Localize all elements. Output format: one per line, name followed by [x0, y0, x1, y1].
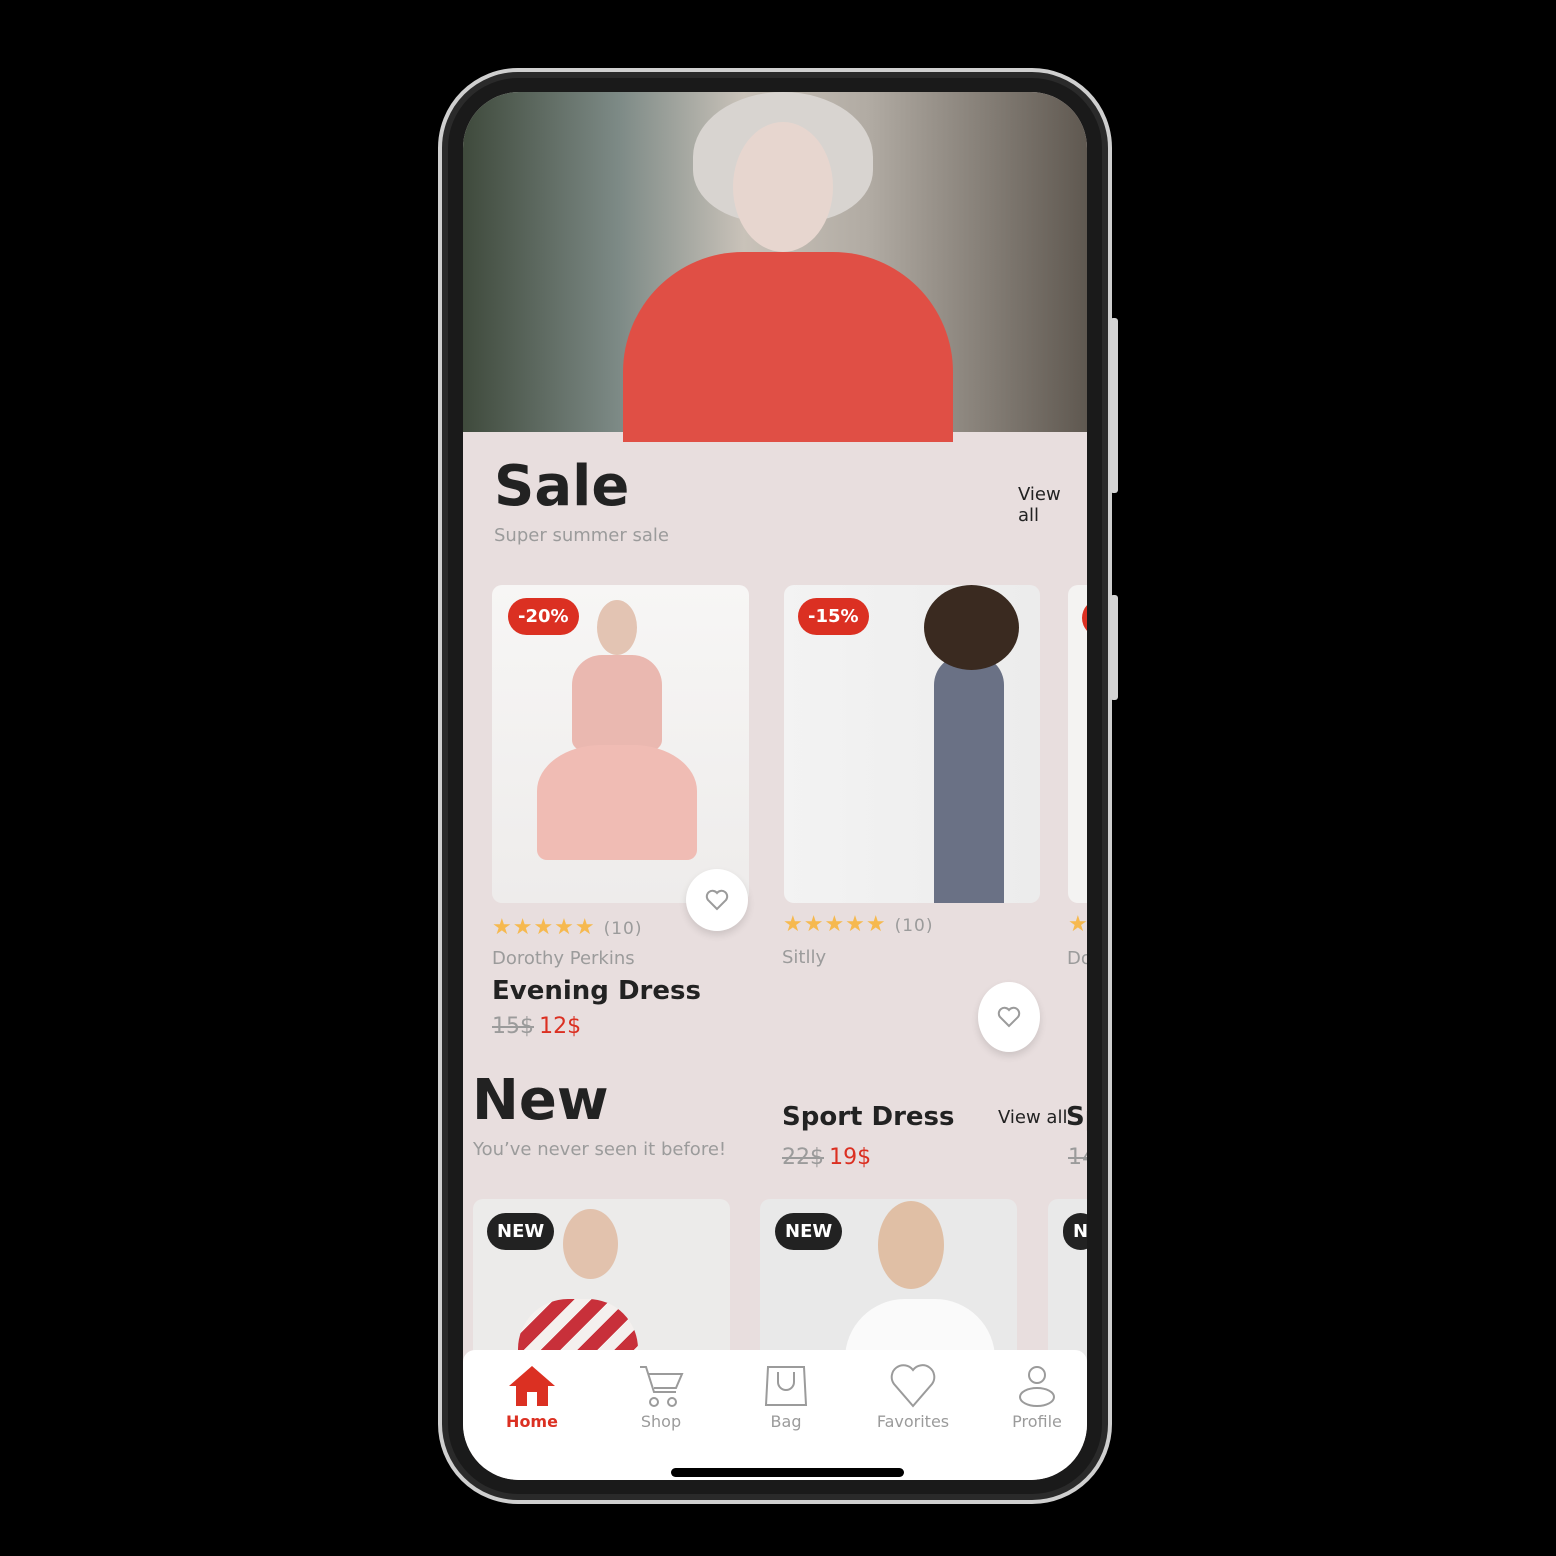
- nav-label: Shop: [640, 1412, 682, 1431]
- nav-profile[interactable]: Profile: [987, 1364, 1087, 1431]
- nav-favorites[interactable]: Favorites: [863, 1364, 963, 1431]
- volume-button: [1110, 318, 1118, 493]
- hero-banner-image[interactable]: [463, 92, 1087, 442]
- product-name: Evening Dress: [492, 976, 701, 1006]
- favorite-button[interactable]: [978, 982, 1040, 1052]
- sale-price: 19$: [829, 1145, 872, 1170]
- nav-home[interactable]: Home: [482, 1364, 582, 1431]
- old-price: 15$: [492, 1014, 534, 1039]
- new-badge: NEW: [775, 1213, 843, 1250]
- old-price: 22$: [782, 1145, 824, 1170]
- discount-badge: -20%: [508, 598, 579, 635]
- sale-view-all-link[interactable]: View all: [1018, 484, 1087, 526]
- product-image-partial[interactable]: [1068, 585, 1087, 903]
- home-icon: [509, 1366, 555, 1406]
- review-count: (10): [603, 919, 643, 939]
- rating-stars: ★★★★★ (10): [492, 915, 643, 940]
- profile-icon: [1019, 1366, 1055, 1407]
- model-head: [597, 600, 637, 655]
- product-brand: Do: [1067, 948, 1087, 969]
- favorite-button[interactable]: [686, 869, 748, 931]
- heart-icon: [890, 1364, 936, 1408]
- dress-body: [934, 655, 1004, 903]
- product-price: 15$ 12$: [492, 1014, 581, 1039]
- home-indicator[interactable]: [671, 1468, 904, 1477]
- nav-bag[interactable]: Bag: [736, 1364, 836, 1431]
- product-name: Sp: [1066, 1102, 1087, 1132]
- discount-badge: -15%: [798, 598, 869, 635]
- nav-label: Bag: [770, 1412, 802, 1431]
- new-badge: NEW: [487, 1213, 555, 1250]
- dress-skirt: [537, 745, 697, 860]
- power-button: [1110, 595, 1118, 700]
- rating-stars: ★★★★★ (10): [783, 912, 934, 937]
- rating-stars: ★: [1068, 912, 1087, 937]
- hero-face: [733, 122, 833, 252]
- nav-label: Profile: [1012, 1412, 1062, 1431]
- discount-badge: [1082, 599, 1087, 637]
- review-count: (10): [894, 916, 934, 936]
- nav-shop[interactable]: Shop: [611, 1364, 711, 1431]
- product-price: 22$ 19$: [782, 1145, 871, 1170]
- heart-icon: [705, 889, 729, 911]
- model-hair: [924, 585, 1019, 670]
- old-price: 14: [1068, 1145, 1087, 1170]
- cart-icon: [640, 1366, 684, 1407]
- new-view-all-link[interactable]: View all: [998, 1107, 1068, 1128]
- model-head: [563, 1209, 618, 1279]
- bottom-nav: Home Shop Bag Favorites Profile: [463, 1350, 1087, 1480]
- new-subtitle: You’ve never seen it before!: [473, 1139, 727, 1160]
- app-screen: Sale Super summer sale View all -20% ★★★…: [463, 92, 1087, 1480]
- product-brand: Dorothy Perkins: [492, 948, 635, 969]
- hero-shirt: [623, 252, 953, 442]
- product-brand: Sitlly: [782, 947, 827, 968]
- sale-title: Sale: [494, 454, 630, 519]
- new-title: New: [472, 1068, 609, 1133]
- nav-label: Home: [506, 1412, 558, 1431]
- heart-icon: [997, 1006, 1021, 1028]
- product-name: Sport Dress: [782, 1102, 955, 1132]
- sale-price: 12$: [539, 1014, 582, 1039]
- bag-icon: [764, 1366, 808, 1406]
- dress-top: [572, 655, 662, 750]
- sale-subtitle: Super summer sale: [494, 525, 669, 546]
- nav-label: Favorites: [876, 1412, 950, 1431]
- model-head: [878, 1201, 944, 1289]
